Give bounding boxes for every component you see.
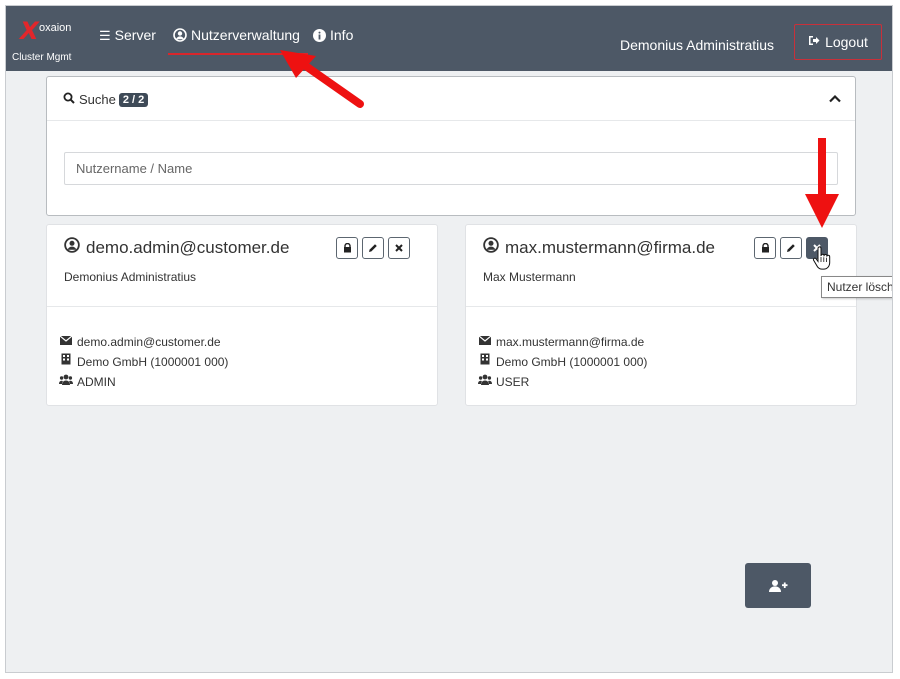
- user-card: demo.admin@customer.de Demonius Administ…: [46, 224, 438, 406]
- user-details: max.mustermann@firma.de Demo GmbH (10000…: [478, 332, 647, 392]
- building-icon: [478, 352, 492, 372]
- user-full-name: Demonius Administratius: [64, 270, 197, 284]
- edit-user-button[interactable]: [362, 237, 384, 259]
- search-panel-header[interactable]: Suche 2 / 2: [47, 77, 855, 121]
- search-input[interactable]: [64, 152, 838, 185]
- user-company-row: Demo GmbH (1000001 000): [478, 352, 647, 372]
- search-panel: Suche 2 / 2: [46, 76, 856, 216]
- user-circle-icon: [173, 28, 187, 43]
- user-role: USER: [496, 375, 530, 389]
- lock-icon: [343, 243, 351, 253]
- user-role-row: USER: [478, 372, 647, 392]
- add-user-button[interactable]: [745, 563, 811, 608]
- active-nav-underline: [168, 53, 308, 55]
- edit-user-button[interactable]: [780, 237, 802, 259]
- delete-user-button[interactable]: [388, 237, 410, 259]
- user-company-row: Demo GmbH (1000001 000): [59, 352, 228, 372]
- navbar: X oxaion Cluster Mgmt ☰ Server Nutzerverw…: [6, 6, 892, 71]
- envelope-icon: [59, 332, 73, 352]
- delete-tooltip: Nutzer lösch: [821, 276, 892, 298]
- nav-item-nutzerverwaltung-label: Nutzerverwaltung: [191, 27, 300, 43]
- pencil-icon: [787, 244, 795, 252]
- result-count-badge: 2 / 2: [118, 92, 149, 107]
- user-card-title: max.mustermann@firma.de: [483, 237, 715, 258]
- search-icon: [63, 92, 75, 107]
- search-title: Suche 2 / 2: [63, 92, 149, 107]
- hand-cursor-icon: [812, 246, 831, 270]
- user-contact-email: demo.admin@customer.de: [77, 335, 221, 349]
- user-details: demo.admin@customer.de Demo GmbH (100000…: [59, 332, 228, 392]
- logo-mark-icon: X: [17, 17, 42, 45]
- brand-subtitle: Cluster Mgmt: [12, 52, 72, 63]
- users-group-icon: [478, 372, 492, 392]
- close-icon: [395, 244, 403, 252]
- user-card-title: demo.admin@customer.de: [64, 237, 289, 258]
- user-contact-email-row: demo.admin@customer.de: [59, 332, 228, 352]
- lock-user-button[interactable]: [754, 237, 776, 259]
- nav-item-server-label: Server: [114, 27, 156, 43]
- brand-name: oxaion: [39, 22, 72, 34]
- user-card-header: demo.admin@customer.de Demonius Administ…: [47, 225, 437, 307]
- brand-logo[interactable]: X oxaion Cluster Mgmt: [8, 12, 88, 64]
- user-circle-icon: [483, 237, 499, 258]
- user-email: demo.admin@customer.de: [86, 237, 290, 257]
- logout-label: Logout: [825, 34, 868, 50]
- current-user-name: Demonius Administratius: [620, 37, 775, 53]
- nav-item-info-label: Info: [330, 27, 354, 43]
- app-window: X oxaion Cluster Mgmt ☰ Server Nutzerverw…: [5, 5, 893, 673]
- user-card-header: max.mustermann@firma.de Max Mustermann: [466, 225, 856, 307]
- user-circle-icon: [64, 237, 80, 258]
- server-list-icon: ☰: [99, 28, 111, 43]
- user-contact-email-row: max.mustermann@firma.de: [478, 332, 647, 352]
- envelope-icon: [478, 332, 492, 352]
- nav-item-info[interactable]: Info: [313, 27, 353, 43]
- pencil-icon: [369, 244, 377, 252]
- lock-icon: [761, 243, 769, 253]
- lock-user-button[interactable]: [336, 237, 358, 259]
- nav-item-nutzerverwaltung[interactable]: Nutzerverwaltung: [173, 27, 300, 43]
- user-company: Demo GmbH (1000001 000): [77, 355, 229, 369]
- building-icon: [59, 352, 73, 372]
- user-company: Demo GmbH (1000001 000): [496, 355, 648, 369]
- user-contact-email: max.mustermann@firma.de: [496, 335, 645, 349]
- user-full-name: Max Mustermann: [483, 270, 576, 284]
- user-email: max.mustermann@firma.de: [505, 237, 715, 257]
- user-card: max.mustermann@firma.de Max Mustermann m…: [465, 224, 857, 406]
- search-title-label: Suche: [79, 92, 116, 107]
- nav-item-server[interactable]: ☰ Server: [99, 27, 156, 44]
- users-group-icon: [59, 372, 73, 392]
- user-role: ADMIN: [77, 375, 116, 389]
- user-plus-icon: [769, 579, 788, 592]
- user-actions: [336, 237, 410, 259]
- user-role-row: ADMIN: [59, 372, 228, 392]
- logout-button[interactable]: Logout: [794, 24, 882, 60]
- logout-icon: [808, 35, 820, 49]
- collapse-chevron-up-icon[interactable]: [829, 90, 841, 106]
- info-circle-icon: [313, 28, 326, 43]
